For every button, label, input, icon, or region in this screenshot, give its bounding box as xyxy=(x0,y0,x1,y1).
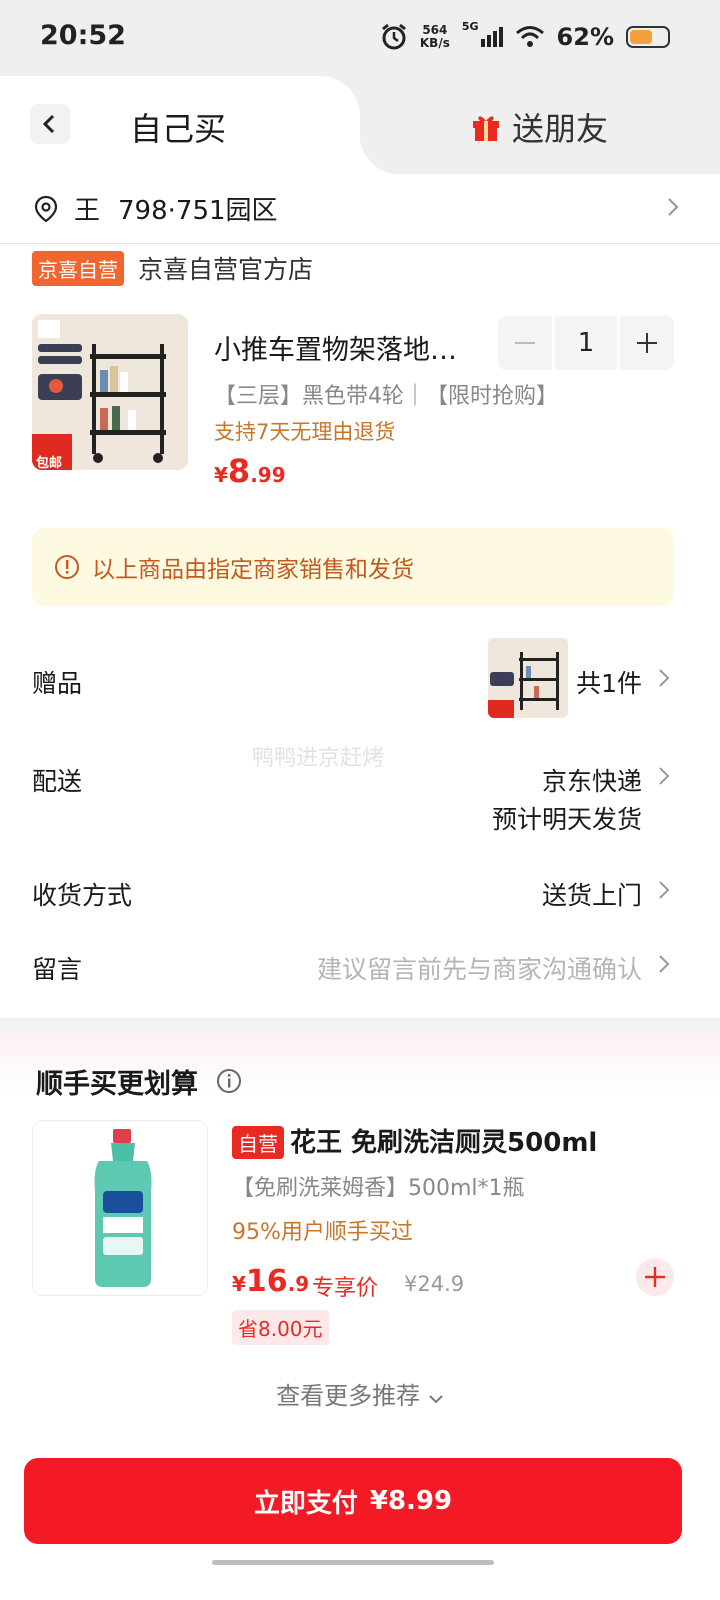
minus-icon xyxy=(515,342,535,344)
status-icons: 564 KB/s 5G 62% xyxy=(380,20,670,54)
plus-icon xyxy=(645,1267,665,1287)
signal-icon: 5G xyxy=(462,20,503,47)
decrease-quantity-button[interactable] xyxy=(498,316,552,370)
tab-send-friend-label: 送朋友 xyxy=(512,110,609,148)
gift-label: 赠品 xyxy=(32,669,83,698)
section-divider xyxy=(0,1018,720,1032)
self-operated-badge: 自营 xyxy=(232,1126,284,1159)
shop-header[interactable]: 京喜自营 京喜自营官方店 xyxy=(32,250,313,286)
info-icon[interactable] xyxy=(216,1068,242,1094)
watermark: 鸭鸭进京赶烤 xyxy=(252,746,385,771)
see-more-recommendations[interactable]: 查看更多推荐 xyxy=(0,1376,720,1411)
network-speed: 564 KB/s xyxy=(419,23,450,50)
message-input[interactable]: 建议留言前先与商家沟通确认 xyxy=(317,950,642,986)
tab-send-friend[interactable]: 送朋友 xyxy=(470,104,608,150)
chevron-left-icon xyxy=(42,114,55,134)
gift-count[interactable]: 共1件 xyxy=(576,664,642,700)
recommend-section: 顺手买更划算 自营 花王 免刷洗洁厕灵500ml 【免刷洗莱姆香】500ml*1… xyxy=(0,1032,720,1442)
recommend-product-name[interactable]: 花王 免刷洗洁厕灵500ml xyxy=(290,1122,597,1159)
recommend-product-image[interactable] xyxy=(32,1120,208,1296)
delivery-label: 配送 xyxy=(32,767,83,796)
chevron-right-icon[interactable] xyxy=(658,954,670,978)
shop-name: 京喜自营官方店 xyxy=(138,255,314,284)
increase-quantity-button[interactable] xyxy=(620,316,674,370)
chevron-right-icon xyxy=(666,196,680,222)
chevron-right-icon[interactable] xyxy=(658,880,670,904)
gift-image xyxy=(488,638,568,718)
delivery-method[interactable]: 京东快递 xyxy=(542,762,642,798)
address-name: 王 xyxy=(74,196,101,226)
receive-method-value[interactable]: 送货上门 xyxy=(542,876,642,912)
wifi-icon xyxy=(515,26,544,47)
pay-now-label: 立即支付 xyxy=(253,1488,358,1519)
status-time: 20:52 xyxy=(40,20,126,51)
product-spec[interactable]: 【三层】黑色带4轮｜【限时抢购】 xyxy=(214,378,558,410)
pay-amount: ¥8.99 xyxy=(369,1486,453,1516)
recommend-product-spec: 【免刷洗莱姆香】500ml*1瓶 xyxy=(232,1176,525,1201)
free-shipping-label: 包邮 xyxy=(36,456,63,470)
battery-icon xyxy=(626,26,670,48)
return-policy: 支持7天无理由退货 xyxy=(214,420,396,444)
purchase-mode-tabs: 自己买 送朋友 xyxy=(0,76,720,174)
alarm-icon xyxy=(381,23,406,50)
chevron-right-icon[interactable] xyxy=(658,766,670,790)
gift-icon xyxy=(473,116,499,141)
seller-notice-text: 以上商品由指定商家销售和发货 xyxy=(92,557,414,583)
location-pin-icon xyxy=(34,195,58,222)
battery-percent: 62% xyxy=(556,23,614,51)
plus-icon xyxy=(637,333,657,353)
status-bar: 20:52 564 KB/s 5G 62% xyxy=(0,0,720,76)
quantity-value[interactable]: 1 xyxy=(555,316,617,370)
add-recommend-button[interactable] xyxy=(636,1258,674,1296)
pay-now-button[interactable]: 立即支付 ¥8.99 xyxy=(24,1458,682,1544)
recommend-social-proof: 95%用户顺手买过 xyxy=(232,1220,413,1245)
toilet-cleaner-bottle-image xyxy=(94,1129,152,1287)
receive-method-label: 收货方式 xyxy=(32,881,133,910)
home-indicator[interactable] xyxy=(212,1560,494,1565)
recommend-title: 顺手买更划算 xyxy=(36,1069,198,1100)
original-price: ¥24.9 xyxy=(404,1272,465,1296)
shop-badge: 京喜自营 xyxy=(32,250,124,286)
exclusive-price-tag: 专享价 xyxy=(312,1276,379,1301)
shelf-cart-image xyxy=(32,314,188,470)
address-row[interactable]: 王 798·751园区 xyxy=(0,174,720,244)
info-icon xyxy=(55,555,79,579)
address-detail: 798·751园区 xyxy=(118,196,278,226)
back-button[interactable] xyxy=(30,104,70,144)
tab-self-buy-label: 自己买 xyxy=(130,110,227,148)
savings-badge: 省8.00元 xyxy=(232,1310,329,1345)
chevron-down-icon xyxy=(429,1395,443,1404)
chevron-right-icon[interactable] xyxy=(658,668,670,692)
product-thumbnail[interactable]: 包邮 xyxy=(32,314,188,470)
product-price: ¥8.99 xyxy=(214,452,286,490)
seller-notice: 以上商品由指定商家销售和发货 xyxy=(32,528,674,606)
recommend-price: ¥16.9 xyxy=(232,1264,310,1299)
delivery-eta: 预计明天发货 xyxy=(491,805,642,834)
quantity-stepper: 1 xyxy=(498,316,674,370)
tab-self-buy[interactable]: 自己买 xyxy=(0,76,400,174)
product-title[interactable]: 小推车置物架落地… xyxy=(214,328,474,367)
message-label: 留言 xyxy=(32,955,83,984)
gift-thumbnail[interactable] xyxy=(488,638,568,718)
